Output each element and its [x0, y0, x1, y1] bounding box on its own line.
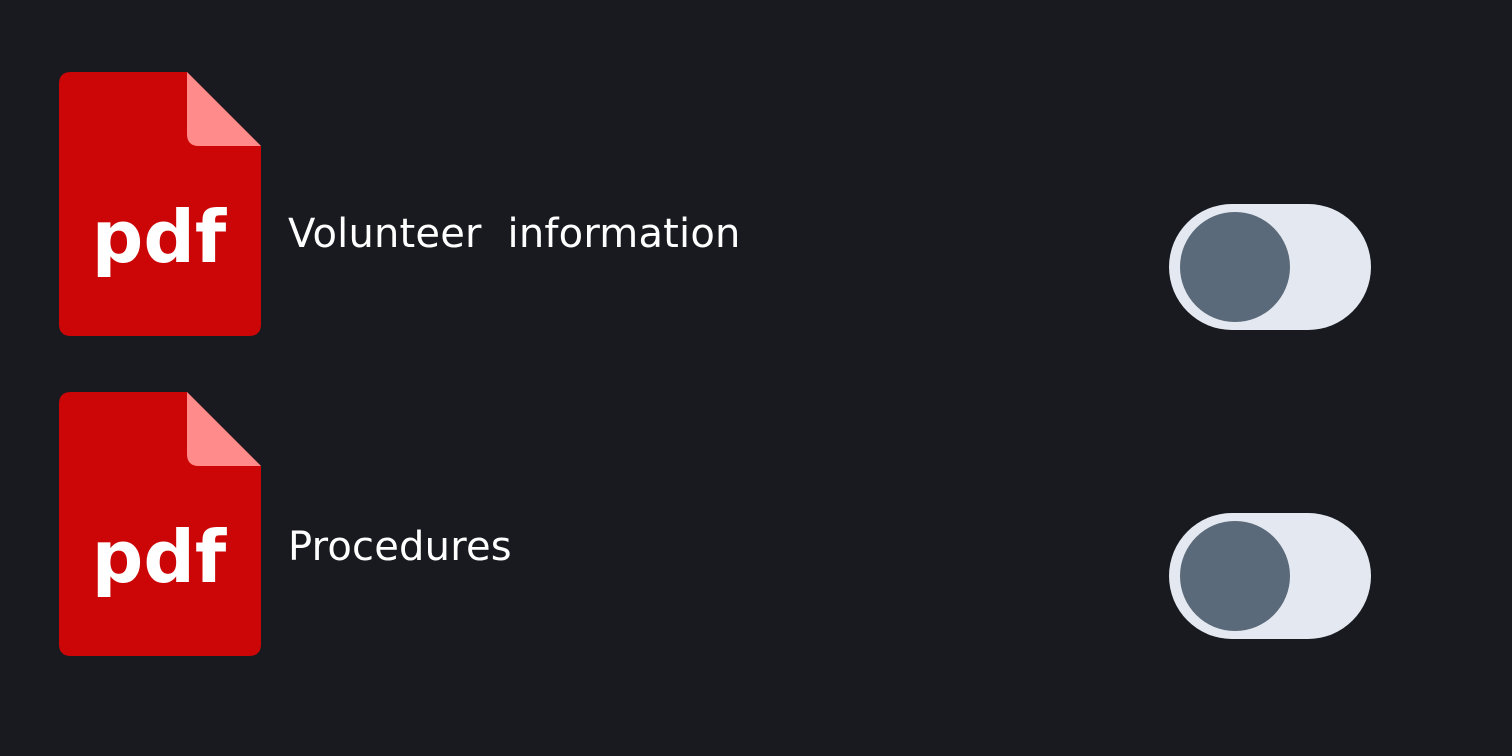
pdf-file-icon: pdf [59, 72, 261, 336]
document-title: Volunteer information [288, 211, 741, 257]
document-list-screen: pdf Volunteer information pdf Procedures [0, 0, 1512, 756]
pdf-file-icon: pdf [59, 392, 261, 656]
document-toggle[interactable] [1169, 204, 1371, 330]
document-row: pdf Volunteer information [0, 72, 1512, 336]
document-title: Procedures [288, 524, 512, 570]
pdf-icon-label: pdf [92, 195, 227, 279]
toggle-knob [1180, 212, 1290, 322]
toggle-knob [1180, 521, 1290, 631]
pdf-icon-label: pdf [92, 515, 227, 599]
document-row: pdf Procedures [0, 392, 1512, 656]
document-toggle[interactable] [1169, 513, 1371, 639]
